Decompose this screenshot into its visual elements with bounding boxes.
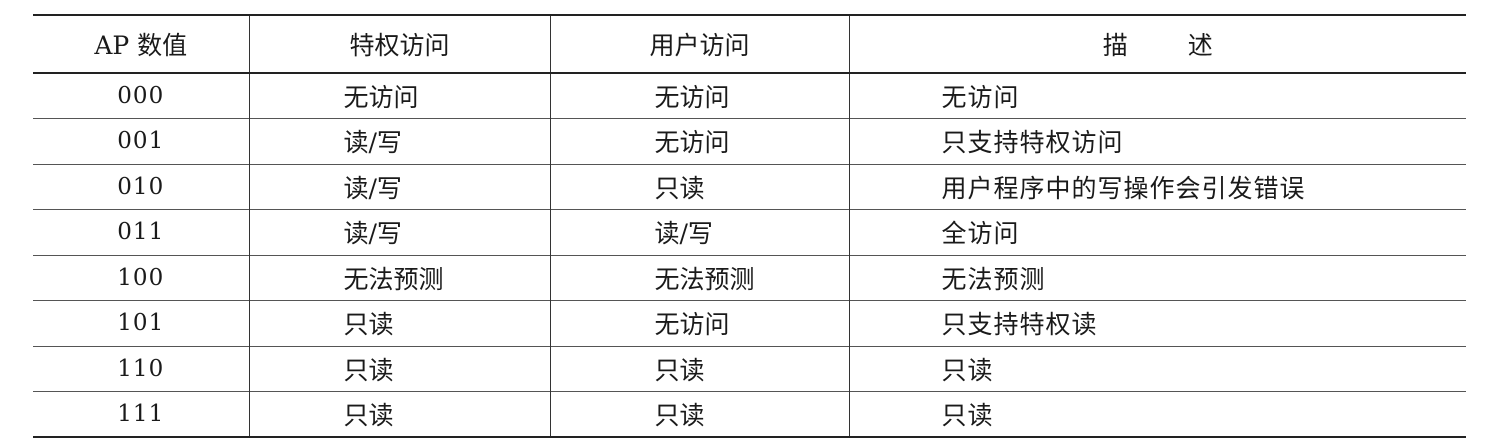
cell-user-access: 只读 (549, 346, 849, 392)
cell-description: 无访问 (848, 73, 1466, 119)
cell-ap-value: 100 (117, 264, 165, 291)
cell-ap-value: 110 (117, 355, 165, 382)
cell-ap-value: 111 (117, 401, 165, 427)
cell-ap-value: 000 (117, 83, 165, 109)
cell-user-access: 读/写 (549, 209, 849, 255)
cell-ap-value: 011 (117, 219, 165, 246)
cell-privileged-access: 读/写 (248, 209, 550, 255)
cell-user-access: 无法预测 (549, 255, 849, 301)
cell-user-access: 无访问 (549, 300, 849, 346)
header-description-part1: 描 (1102, 31, 1128, 60)
cell-privileged-access: 读/写 (248, 164, 550, 210)
table-row: 110 只读 只读 只读 (33, 346, 1466, 392)
header-user-access: 用户访问 (549, 15, 849, 73)
cell-user-access: 只读 (549, 164, 849, 210)
ap-permission-table: AP 数值 特权访问 用户访问 描述 000 无访问 无访问 无访问 001 读… (33, 14, 1466, 438)
cell-description: 全访问 (848, 209, 1466, 255)
table-row: 011 读/写 读/写 全访问 (33, 209, 1466, 255)
cell-ap-value: 001 (117, 128, 165, 155)
table-header: AP 数值 特权访问 用户访问 描述 (33, 15, 1466, 73)
header-ap-value: AP 数值 (94, 31, 188, 60)
cell-privileged-access: 只读 (248, 391, 550, 437)
table-row: 100 无法预测 无法预测 无法预测 (33, 255, 1466, 301)
header-description-part2: 述 (1187, 31, 1213, 60)
cell-description: 只读 (848, 391, 1466, 437)
cell-privileged-access: 读/写 (248, 118, 550, 164)
cell-user-access: 只读 (549, 391, 849, 437)
cell-privileged-access: 只读 (248, 300, 550, 346)
cell-privileged-access: 无法预测 (248, 255, 550, 301)
cell-description: 无法预测 (848, 255, 1466, 301)
cell-privileged-access: 只读 (248, 346, 550, 392)
header-description: 描述 (848, 15, 1466, 73)
cell-ap-value: 101 (117, 310, 165, 337)
cell-description: 用户程序中的写操作会引发错误 (848, 164, 1466, 210)
table-row: 010 读/写 只读 用户程序中的写操作会引发错误 (33, 164, 1466, 210)
cell-description: 只支持特权读 (848, 300, 1466, 346)
table-row: 111 只读 只读 只读 (33, 391, 1466, 437)
table-row: 000 无访问 无访问 无访问 (33, 73, 1466, 119)
cell-privileged-access: 无访问 (248, 73, 550, 119)
header-row: AP 数值 特权访问 用户访问 描述 (33, 15, 1466, 73)
cell-user-access: 无访问 (549, 118, 849, 164)
cell-user-access: 无访问 (549, 73, 849, 119)
table-row: 001 读/写 无访问 只支持特权访问 (33, 118, 1466, 164)
table-body: 000 无访问 无访问 无访问 001 读/写 无访问 只支持特权访问 010 … (33, 73, 1466, 437)
header-privileged-access: 特权访问 (248, 15, 550, 73)
cell-description: 只读 (848, 346, 1466, 392)
table-row: 101 只读 无访问 只支持特权读 (33, 300, 1466, 346)
cell-ap-value: 010 (117, 173, 165, 200)
cell-description: 只支持特权访问 (848, 118, 1466, 164)
